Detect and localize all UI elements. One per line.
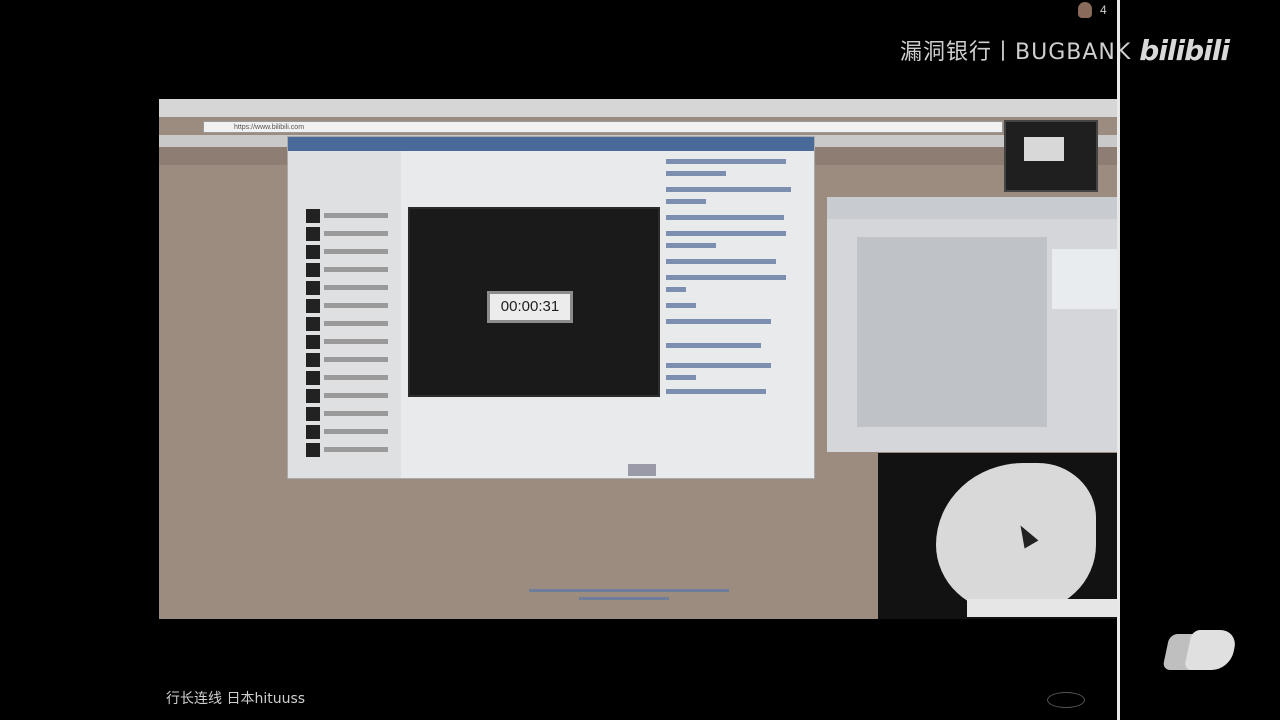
- call-timer: 00:00:31: [487, 291, 573, 323]
- contact-item[interactable]: [306, 263, 396, 277]
- webcam-hand: [936, 463, 1096, 613]
- contact-item[interactable]: [306, 227, 396, 241]
- contact-item[interactable]: [306, 335, 396, 349]
- browser-tab-bar[interactable]: [159, 99, 1117, 117]
- contact-item[interactable]: [306, 209, 396, 223]
- shared-image: [857, 237, 1047, 427]
- contact-item[interactable]: [306, 245, 396, 259]
- channel-watermark: 漏洞银行丨BUGBANK bilibili: [900, 33, 1230, 67]
- contact-item[interactable]: [306, 281, 396, 295]
- viewer-count-value: 4: [1100, 3, 1107, 17]
- contact-item[interactable]: [306, 299, 396, 313]
- video-placeholder[interactable]: [1052, 249, 1117, 309]
- divider-line: [1117, 0, 1120, 720]
- contact-item[interactable]: [306, 443, 396, 457]
- screen-preview-thumbnail[interactable]: [1004, 120, 1098, 192]
- webcam-overlay: [878, 453, 1117, 619]
- bilibili-logo: bilibili: [1139, 33, 1230, 67]
- captured-screen: https://www.bilibili.com 00:00:31: [159, 99, 1117, 619]
- contact-list[interactable]: [288, 151, 401, 478]
- address-bar[interactable]: https://www.bilibili.com: [203, 121, 1003, 133]
- second-chat-header[interactable]: [827, 197, 1117, 219]
- fish-icon: [1047, 692, 1085, 708]
- stream-caption: 行长连线 日本hituuss: [166, 691, 306, 707]
- contact-item[interactable]: [306, 425, 396, 439]
- contact-item[interactable]: [306, 389, 396, 403]
- page-footer: [529, 589, 739, 601]
- person-icon: [1078, 2, 1092, 18]
- send-button[interactable]: [628, 464, 656, 476]
- contact-item[interactable]: [306, 317, 396, 331]
- preview-window: [1024, 137, 1064, 161]
- chat-window[interactable]: 00:00:31: [287, 136, 815, 479]
- viewer-count: 4: [1078, 2, 1107, 18]
- contact-item[interactable]: [306, 353, 396, 367]
- bugbank-watermark-text: 漏洞银行丨BUGBANK: [900, 40, 1132, 65]
- contact-item[interactable]: [306, 407, 396, 421]
- contact-item[interactable]: [306, 371, 396, 385]
- bugbank-logo: [1162, 628, 1239, 674]
- webcam-toolbar[interactable]: [967, 599, 1117, 617]
- chat-window-titlebar[interactable]: [288, 137, 814, 151]
- second-chat-window[interactable]: [827, 197, 1117, 452]
- message-list: [666, 159, 806, 409]
